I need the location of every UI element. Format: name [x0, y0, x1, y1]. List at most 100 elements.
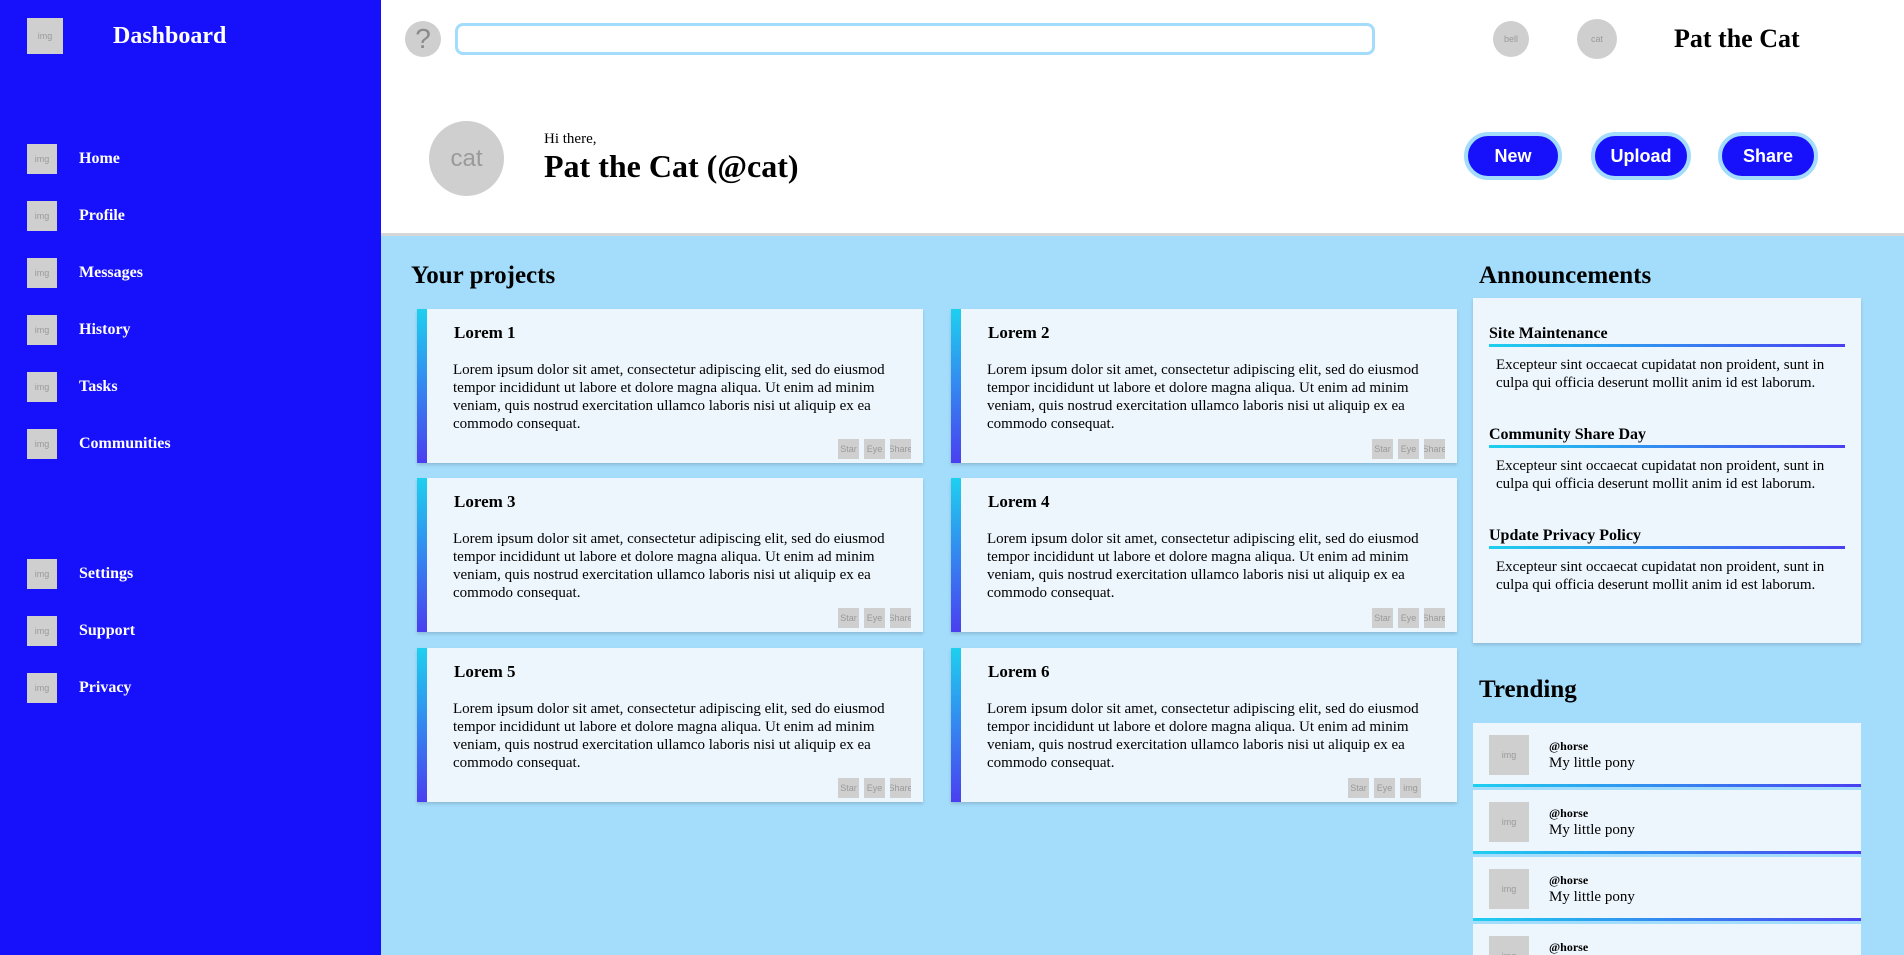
eye-icon[interactable]: Eye: [864, 439, 885, 459]
project-card[interactable]: Lorem 3 Lorem ipsum dolor sit amet, cons…: [417, 478, 923, 632]
sidebar-item-support[interactable]: img Support: [27, 602, 135, 659]
search-input[interactable]: [455, 23, 1375, 55]
sidebar-item-label: Profile: [79, 206, 125, 224]
card-actions: Star Eye Share: [838, 439, 911, 459]
sidebar-item-history[interactable]: img History: [27, 301, 171, 358]
share-icon[interactable]: Share: [890, 778, 911, 798]
card-actions: Star Eye img: [1348, 778, 1421, 798]
eye-icon[interactable]: Eye: [1398, 608, 1419, 628]
share-icon[interactable]: Share: [890, 608, 911, 628]
bell-icon[interactable]: bell: [1493, 21, 1529, 57]
project-card[interactable]: Lorem 5 Lorem ipsum dolor sit amet, cons…: [417, 648, 923, 802]
card-body: Lorem ipsum dolor sit amet, consectetur …: [987, 362, 1419, 432]
profile-icon: img: [27, 200, 57, 231]
trending-handle: @horse: [1549, 806, 1589, 820]
communities-icon: img: [27, 428, 57, 459]
sidebar-item-settings[interactable]: img Settings: [27, 545, 135, 602]
card-accent-bar: [417, 478, 427, 632]
trending-thumbnail: img: [1489, 735, 1529, 775]
trending-text: My little pony: [1549, 822, 1635, 838]
trending-thumbnail: img: [1489, 802, 1529, 842]
announcement-item[interactable]: Site Maintenance Excepteur sint occaecat…: [1489, 325, 1845, 392]
sidebar-bottom-nav: img Settings img Support img Privacy: [27, 545, 135, 716]
upload-button[interactable]: Upload: [1591, 132, 1691, 180]
sidebar-item-label: Communities: [79, 434, 171, 452]
dashboard-title: Dashboard: [113, 22, 227, 49]
star-icon[interactable]: Star: [1372, 439, 1393, 459]
sidebar-item-label: History: [79, 320, 131, 338]
header: ? bell cat Pat the Cat cat Hi there, Pat…: [381, 0, 1904, 236]
sidebar: img Dashboard img Home img Profile img M…: [0, 0, 381, 955]
sidebar-item-label: Support: [79, 621, 136, 639]
history-icon: img: [27, 314, 57, 345]
announcement-item[interactable]: Update Privacy Policy Excepteur sint occ…: [1489, 527, 1845, 594]
user-avatar[interactable]: cat: [1577, 19, 1617, 59]
card-actions: Star Eye Share: [1372, 439, 1445, 459]
support-icon: img: [27, 615, 57, 646]
eye-icon[interactable]: Eye: [1374, 778, 1395, 798]
announcements-panel: Site Maintenance Excepteur sint occaecat…: [1473, 298, 1861, 643]
trending-text: My little pony: [1549, 755, 1635, 771]
sidebar-item-tasks[interactable]: img Tasks: [27, 358, 171, 415]
trending-thumbnail: img: [1489, 936, 1529, 955]
trending-handle: @horse: [1549, 940, 1589, 954]
project-card[interactable]: Lorem 6 Lorem ipsum dolor sit amet, cons…: [951, 648, 1457, 802]
card-body: Lorem ipsum dolor sit amet, consectetur …: [453, 531, 885, 601]
share-button[interactable]: Share: [1718, 132, 1818, 180]
project-card[interactable]: Lorem 1 Lorem ipsum dolor sit amet, cons…: [417, 309, 923, 463]
project-card[interactable]: Lorem 4 Lorem ipsum dolor sit amet, cons…: [951, 478, 1457, 632]
star-icon[interactable]: Star: [838, 608, 859, 628]
eye-icon[interactable]: Eye: [864, 608, 885, 628]
announcement-title: Site Maintenance: [1489, 325, 1845, 347]
eye-icon[interactable]: Eye: [864, 778, 885, 798]
card-title: Lorem 6: [988, 662, 1050, 681]
profile-avatar: cat: [429, 121, 504, 196]
star-icon[interactable]: Star: [1372, 608, 1393, 628]
star-icon[interactable]: Star: [838, 439, 859, 459]
help-icon[interactable]: ?: [405, 21, 441, 57]
announcement-item[interactable]: Community Share Day Excepteur sint occae…: [1489, 426, 1845, 493]
sidebar-item-privacy[interactable]: img Privacy: [27, 659, 135, 716]
card-actions: Star Eye Share: [1372, 608, 1445, 628]
sidebar-item-messages[interactable]: img Messages: [27, 244, 171, 301]
card-body: Lorem ipsum dolor sit amet, consectetur …: [453, 362, 885, 432]
star-icon[interactable]: Star: [838, 778, 859, 798]
card-accent-bar: [951, 478, 961, 632]
share-icon[interactable]: Share: [890, 439, 911, 459]
trending-item[interactable]: img @horse My little pony: [1473, 790, 1861, 854]
star-icon[interactable]: Star: [1348, 778, 1369, 798]
card-title: Lorem 3: [454, 492, 516, 511]
announcement-title: Community Share Day: [1489, 426, 1845, 448]
announcement-title: Update Privacy Policy: [1489, 527, 1845, 549]
share-icon[interactable]: img: [1400, 778, 1421, 798]
sidebar-item-label: Privacy: [79, 678, 132, 696]
share-icon[interactable]: Share: [1424, 439, 1445, 459]
trending-item[interactable]: img @horse My little pony: [1473, 857, 1861, 921]
new-button[interactable]: New: [1464, 132, 1562, 180]
sidebar-item-home[interactable]: img Home: [27, 130, 171, 187]
share-icon[interactable]: Share: [1424, 608, 1445, 628]
trending-thumbnail: img: [1489, 869, 1529, 909]
announcement-body: Excepteur sint occaecat cupidatat non pr…: [1496, 559, 1825, 593]
card-actions: Star Eye Share: [838, 778, 911, 798]
user-name: Pat the Cat: [1674, 24, 1800, 53]
trending-handle: @horse: [1549, 739, 1589, 753]
card-accent-bar: [417, 309, 427, 463]
eye-icon[interactable]: Eye: [1398, 439, 1419, 459]
trending-item[interactable]: img @horse My little pony: [1473, 723, 1861, 787]
card-accent-bar: [951, 648, 961, 802]
card-title: Lorem 4: [988, 492, 1050, 511]
projects-title: Your projects: [411, 262, 556, 289]
card-actions: Star Eye Share: [838, 608, 911, 628]
home-icon: img: [27, 143, 57, 174]
greeting: Hi there,: [544, 131, 597, 147]
user-handle: Pat the Cat (@cat): [544, 148, 799, 184]
sidebar-item-communities[interactable]: img Communities: [27, 415, 171, 472]
sidebar-item-profile[interactable]: img Profile: [27, 187, 171, 244]
trending-item[interactable]: img @horse: [1473, 924, 1861, 955]
settings-icon: img: [27, 558, 57, 589]
card-body: Lorem ipsum dolor sit amet, consectetur …: [987, 701, 1419, 771]
card-body: Lorem ipsum dolor sit amet, consectetur …: [987, 531, 1419, 601]
project-card[interactable]: Lorem 2 Lorem ipsum dolor sit amet, cons…: [951, 309, 1457, 463]
card-title: Lorem 1: [454, 323, 516, 342]
